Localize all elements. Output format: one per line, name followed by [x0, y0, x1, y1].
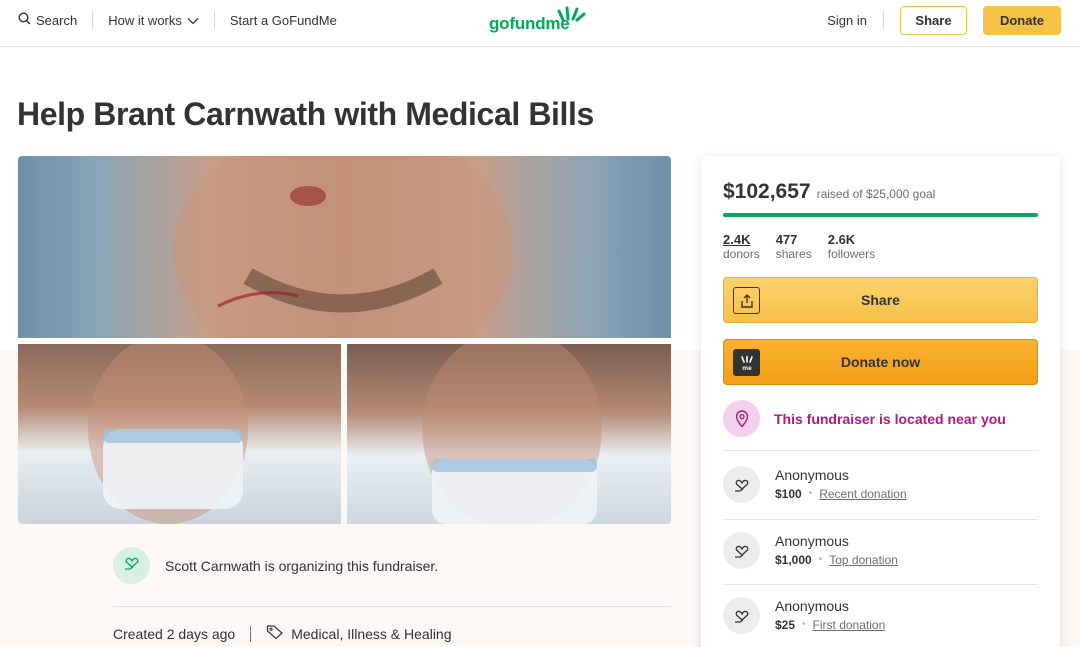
created-text: Created 2 days ago	[113, 625, 236, 642]
stat-donors[interactable]: 2.4K donors	[723, 232, 760, 262]
donation-type-link[interactable]: Recent donation	[819, 485, 906, 503]
stat-followers: 2.6K followers	[828, 232, 875, 262]
tag-icon	[266, 624, 284, 643]
donation-amount: $25	[775, 618, 796, 632]
donation-divider	[723, 519, 1038, 520]
bullet-separator: •	[818, 554, 823, 565]
donation-divider	[723, 450, 1038, 451]
sign-in-link[interactable]: Sign in	[827, 13, 867, 28]
start-gofundme-link[interactable]: Start a GoFundMe	[230, 13, 337, 28]
gofundme-me-icon: me	[733, 349, 760, 376]
campaign-stats: 2.4K donors 477 shares 2.6K followers	[723, 232, 875, 262]
category-label: Medical, Illness & Healing	[291, 625, 452, 642]
donation-item: Anonymous $100 • Recent donation	[723, 466, 907, 503]
how-it-works-label: How it works	[108, 12, 182, 28]
top-header: Search How it works Start a GoFundMe gof…	[0, 0, 1080, 47]
donation-divider	[723, 584, 1038, 585]
stat-value: 2.6K	[827, 232, 856, 247]
stat-label: shares	[775, 247, 812, 261]
donation-type-link[interactable]: Top donation	[829, 551, 898, 569]
bullet-separator: •	[808, 488, 813, 499]
donate-now-label: Donate now	[840, 354, 921, 370]
donation-amount: $1,000	[775, 553, 812, 567]
header-divider	[883, 11, 884, 29]
location-pin-icon	[723, 400, 760, 437]
category-link[interactable]: Medical, Illness & Healing	[266, 624, 452, 643]
logo-sprout-icon	[553, 6, 587, 27]
donor-name: Anonymous	[775, 467, 849, 483]
organizer-row: Scott Carnwath is organizing this fundra…	[113, 547, 438, 584]
donation-type-link[interactable]: First donation	[813, 616, 886, 634]
header-divider	[92, 11, 94, 29]
donor-heart-hand-icon	[723, 597, 760, 634]
face-illustration-left	[88, 344, 248, 524]
header-right-nav: Sign in Share Donate	[827, 0, 1061, 40]
start-gofundme-label: Start a GoFundMe	[229, 12, 337, 28]
donation-detail: $25 • First donation	[775, 616, 885, 634]
donation-item: Anonymous $1,000 • Top donation	[723, 532, 898, 569]
campaign-photo-left[interactable]	[18, 344, 341, 524]
donor-heart-hand-icon	[723, 532, 760, 569]
raised-summary: $102,657 raised of $25,000 goal	[723, 180, 935, 204]
donor-heart-hand-icon	[723, 466, 760, 503]
gofundme-logo[interactable]: gofundme	[489, 4, 589, 38]
stat-value: 2.4K	[723, 232, 751, 247]
svg-text:me: me	[742, 365, 752, 371]
face-illustration-right	[422, 344, 602, 524]
progress-fill	[723, 213, 1038, 217]
donor-name: Anonymous	[775, 533, 849, 549]
share-button[interactable]: Share	[723, 277, 1038, 323]
stat-label: donors	[723, 247, 760, 261]
donation-item: Anonymous $25 • First donation	[723, 597, 885, 634]
stat-label: followers	[827, 247, 876, 261]
organizer-avatar	[113, 547, 150, 584]
donate-now-button[interactable]: me Donate now	[723, 339, 1038, 385]
campaign-photo-right[interactable]	[347, 344, 671, 524]
raised-amount: $102,657	[723, 180, 811, 203]
donation-detail: $1,000 • Top donation	[775, 551, 898, 569]
share-button-label: Share	[861, 292, 900, 308]
chevron-down-icon	[187, 13, 199, 28]
donor-name: Anonymous	[775, 598, 849, 614]
organizer-text: Scott Carnwath is organizing this fundra…	[165, 557, 439, 574]
search-label: Search	[36, 12, 78, 28]
share-upload-icon	[733, 287, 760, 314]
goal-text: raised of $25,000 goal	[816, 187, 936, 201]
header-divider	[213, 11, 215, 29]
heart-hand-icon	[123, 554, 141, 577]
meta-divider	[250, 625, 252, 642]
campaign-photo-main[interactable]	[18, 156, 671, 338]
how-it-works-menu[interactable]: How it works	[108, 13, 199, 28]
donation-amount: $100	[775, 487, 802, 501]
stat-shares: 477 shares	[776, 232, 812, 262]
progress-bar	[723, 213, 1038, 217]
header-share-button[interactable]: Share	[900, 5, 967, 35]
header-left-nav: Search How it works Start a GoFundMe	[18, 0, 337, 40]
stat-value: 477	[775, 232, 798, 247]
search-link[interactable]: Search	[18, 12, 77, 28]
search-icon	[18, 12, 31, 28]
page-title: Help Brant Carnwath with Medical Bills	[17, 96, 594, 132]
nearby-text: This fundraiser is located near you	[774, 410, 1006, 427]
donation-card: $102,657 raised of $25,000 goal 2.4K don…	[701, 156, 1060, 647]
header-donate-button[interactable]: Donate	[983, 5, 1061, 35]
bullet-separator: •	[802, 619, 806, 630]
nearby-notice: This fundraiser is located near you	[723, 400, 1006, 437]
donation-detail: $100 • Recent donation	[775, 485, 907, 503]
section-divider	[113, 606, 671, 607]
campaign-meta: Created 2 days ago Medical, Illness & He…	[113, 624, 452, 643]
face-illustration-main	[173, 156, 513, 338]
